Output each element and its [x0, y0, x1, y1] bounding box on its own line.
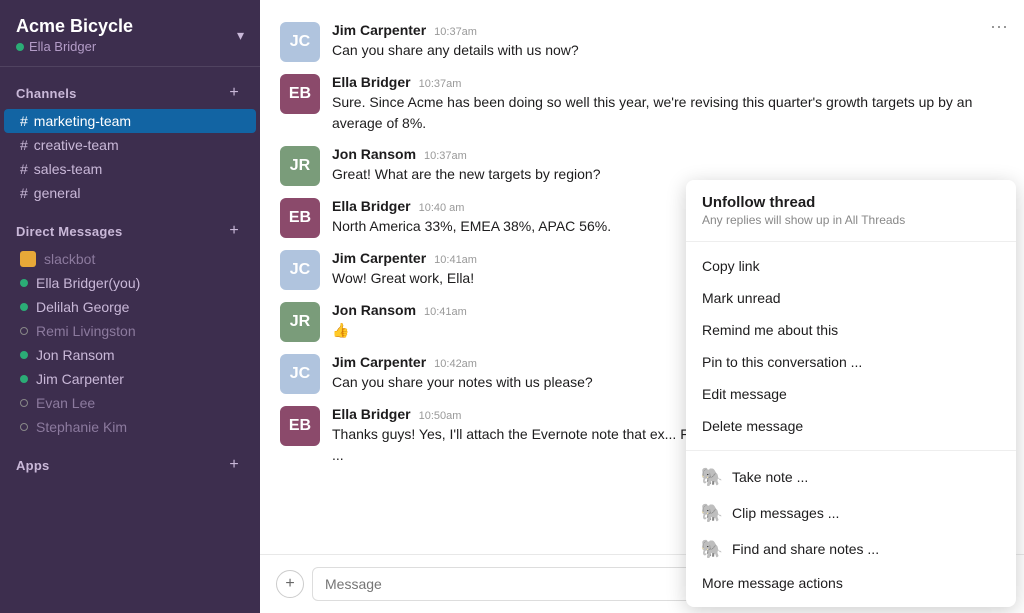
hash-icon: #	[20, 161, 28, 177]
sidebar-dm-ella-bridger[interactable]: Ella Bridger(you)	[4, 271, 256, 295]
message-author: Ella Bridger	[332, 406, 411, 422]
avatar: JR	[280, 146, 320, 186]
message-row: EB Ella Bridger 10:37am Sure. Since Acme…	[260, 68, 1024, 140]
dm-section-header: Direct Messages +	[0, 205, 260, 247]
message-author: Jon Ransom	[332, 302, 416, 318]
unfollow-thread-subtitle: Any replies will show up in All Threads	[702, 213, 1000, 227]
slackbot-icon	[20, 251, 36, 267]
dm-status-dot	[20, 423, 28, 431]
sidebar-dm-evan-lee[interactable]: Evan Lee	[4, 391, 256, 415]
avatar: EB	[280, 74, 320, 114]
workspace-name: Acme Bicycle	[16, 16, 133, 37]
evernote-icon-2: 🐘	[702, 503, 722, 523]
message-row: JC Jim Carpenter 10:37am Can you share a…	[260, 16, 1024, 68]
avatar: JR	[280, 302, 320, 342]
sidebar-dm-jon-ransom[interactable]: Jon Ransom	[4, 343, 256, 367]
sidebar-dm-remi-livingston[interactable]: Remi Livingston	[4, 319, 256, 343]
message-time: 10:37am	[434, 26, 477, 38]
copy-link-item[interactable]: Copy link	[686, 250, 1016, 282]
find-share-notes-item[interactable]: 🐘 Find and share notes ...	[686, 531, 1016, 567]
message-time: 10:40 am	[419, 202, 465, 214]
mark-unread-item[interactable]: Mark unread	[686, 282, 1016, 314]
message-add-button[interactable]: +	[276, 570, 304, 598]
avatar: JC	[280, 22, 320, 62]
sidebar-dm-jim-carpenter[interactable]: Jim Carpenter	[4, 367, 256, 391]
context-menu: Unfollow thread Any replies will show up…	[686, 180, 1016, 607]
user-status-dot	[16, 43, 24, 51]
avatar: EB	[280, 198, 320, 238]
message-time: 10:37am	[424, 150, 467, 162]
more-options-icon[interactable]: ···	[990, 16, 1008, 37]
hash-icon: #	[20, 185, 28, 201]
message-time: 10:37am	[419, 78, 462, 90]
message-content: Jim Carpenter 10:37am Can you share any …	[332, 22, 1004, 61]
add-app-button[interactable]: +	[224, 455, 244, 475]
unfollow-thread-title[interactable]: Unfollow thread	[702, 194, 1000, 211]
sidebar-channel-creative-team[interactable]: #creative-team	[4, 133, 256, 157]
sidebar-dm-slackbot[interactable]: slackbot	[4, 247, 256, 271]
main-content: JC Jim Carpenter 10:37am Can you share a…	[260, 0, 1024, 613]
dm-status-dot	[20, 327, 28, 335]
message-time: 10:41am	[424, 306, 467, 318]
message-time: 10:42am	[434, 358, 477, 370]
message-author: Jon Ransom	[332, 146, 416, 162]
apps-label: Apps	[16, 458, 50, 473]
sidebar-dm-stephanie-kim[interactable]: Stephanie Kim	[4, 415, 256, 439]
channels-list: #marketing-team#creative-team#sales-team…	[0, 109, 260, 205]
dm-status-dot	[20, 279, 28, 287]
message-text: Can you share any details with us now?	[332, 40, 1004, 61]
channels-label: Channels	[16, 86, 77, 101]
add-channel-button[interactable]: +	[224, 83, 244, 103]
avatar: EB	[280, 406, 320, 446]
workspace-user: Ella Bridger	[16, 39, 133, 54]
delete-message-item[interactable]: Delete message	[686, 410, 1016, 442]
sidebar-dm-delilah-george[interactable]: Delilah George	[4, 295, 256, 319]
context-menu-middle: Copy link Mark unread Remind me about th…	[686, 242, 1016, 451]
dms-list: slackbotElla Bridger(you)Delilah GeorgeR…	[0, 247, 260, 439]
sidebar-channel-sales-team[interactable]: #sales-team	[4, 157, 256, 181]
message-author: Ella Bridger	[332, 198, 411, 214]
more-message-actions-item[interactable]: More message actions	[686, 567, 1016, 599]
take-note-item[interactable]: 🐘 Take note ...	[686, 459, 1016, 495]
workspace-chevron-icon: ▾	[237, 27, 244, 44]
workspace-header[interactable]: Acme Bicycle Ella Bridger ▾	[0, 0, 260, 67]
clip-messages-item[interactable]: 🐘 Clip messages ...	[686, 495, 1016, 531]
evernote-icon-1: 🐘	[702, 467, 722, 487]
message-time: 10:41am	[434, 254, 477, 266]
dm-status-dot	[20, 303, 28, 311]
message-header: Jon Ransom 10:37am	[332, 146, 1004, 162]
message-text: Sure. Since Acme has been doing so well …	[332, 92, 1004, 134]
avatar: JC	[280, 354, 320, 394]
apps-section-header: Apps +	[0, 439, 260, 481]
dm-status-dot	[20, 375, 28, 383]
sidebar: Acme Bicycle Ella Bridger ▾ Channels + #…	[0, 0, 260, 613]
channels-section-header: Channels +	[0, 67, 260, 109]
sidebar-channel-general[interactable]: #general	[4, 181, 256, 205]
context-menu-bottom: 🐘 Take note ... 🐘 Clip messages ... 🐘 Fi…	[686, 451, 1016, 607]
dm-status-dot	[20, 399, 28, 407]
message-content: Ella Bridger 10:37am Sure. Since Acme ha…	[332, 74, 1004, 134]
message-author: Jim Carpenter	[332, 22, 426, 38]
message-header: Jim Carpenter 10:37am	[332, 22, 1004, 38]
evernote-icon-3: 🐘	[702, 539, 722, 559]
remind-me-item[interactable]: Remind me about this	[686, 314, 1016, 346]
hash-icon: #	[20, 113, 28, 129]
dm-label: Direct Messages	[16, 224, 123, 239]
hash-icon: #	[20, 137, 28, 153]
avatar: JC	[280, 250, 320, 290]
sidebar-channel-marketing-team[interactable]: #marketing-team	[4, 109, 256, 133]
add-dm-button[interactable]: +	[224, 221, 244, 241]
context-menu-header: Unfollow thread Any replies will show up…	[686, 180, 1016, 242]
message-time: 10:50am	[419, 410, 462, 422]
message-author: Jim Carpenter	[332, 250, 426, 266]
message-author: Jim Carpenter	[332, 354, 426, 370]
message-author: Ella Bridger	[332, 74, 411, 90]
message-header: Ella Bridger 10:37am	[332, 74, 1004, 90]
edit-message-item[interactable]: Edit message	[686, 378, 1016, 410]
dm-status-dot	[20, 351, 28, 359]
pin-conversation-item[interactable]: Pin to this conversation ...	[686, 346, 1016, 378]
